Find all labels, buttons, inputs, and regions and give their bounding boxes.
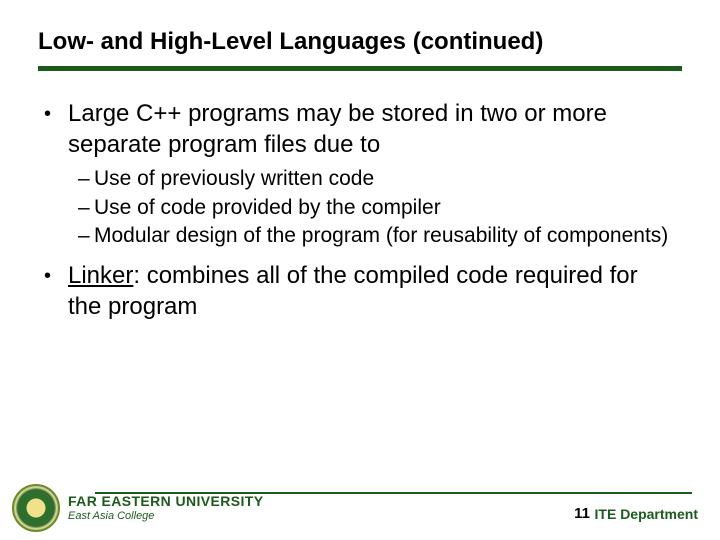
spacer [44, 251, 672, 261]
linker-term: Linker [68, 262, 133, 289]
bullet-level1: • Large C++ programs may be stored in tw… [44, 99, 672, 160]
bullet-text: Large C++ programs may be stored in two … [68, 99, 672, 160]
slide-content: • Large C++ programs may be stored in tw… [38, 99, 682, 323]
bullet-level1: • Linker: combines all of the compiled c… [44, 261, 672, 322]
bullet-text: Use of code provided by the compiler [94, 195, 672, 221]
linker-rest: : combines all of the compiled code requ… [68, 262, 638, 320]
slide-title: Low- and High-Level Languages (continued… [38, 28, 682, 56]
dash-icon: – [78, 223, 94, 249]
university-text: FAR EASTERN UNIVERSITY East Asia College [68, 494, 264, 522]
department-label: ITE Department [595, 506, 698, 522]
dash-icon: – [78, 166, 94, 192]
page-number: 11 [574, 505, 590, 522]
footer-rule [95, 492, 692, 494]
slide: Low- and High-Level Languages (continued… [0, 0, 720, 540]
bullet-text: Use of previously written code [94, 166, 672, 192]
title-rule [38, 66, 682, 71]
bullet-dot-icon: • [44, 261, 68, 291]
university-subtitle: East Asia College [68, 511, 264, 523]
bullet-dot-icon: • [44, 99, 68, 129]
bullet-text: Modular design of the program (for reusa… [94, 223, 672, 249]
bullet-text: Linker: combines all of the compiled cod… [68, 261, 672, 322]
university-name: FAR EASTERN UNIVERSITY [68, 494, 264, 509]
bullet-level2: – Use of code provided by the compiler [44, 195, 672, 221]
slide-footer: FAR EASTERN UNIVERSITY East Asia College… [0, 462, 720, 540]
university-seal-icon [12, 484, 60, 532]
dash-icon: – [78, 195, 94, 221]
bullet-level2: – Use of previously written code [44, 166, 672, 192]
bullet-level2: – Modular design of the program (for reu… [44, 223, 672, 249]
